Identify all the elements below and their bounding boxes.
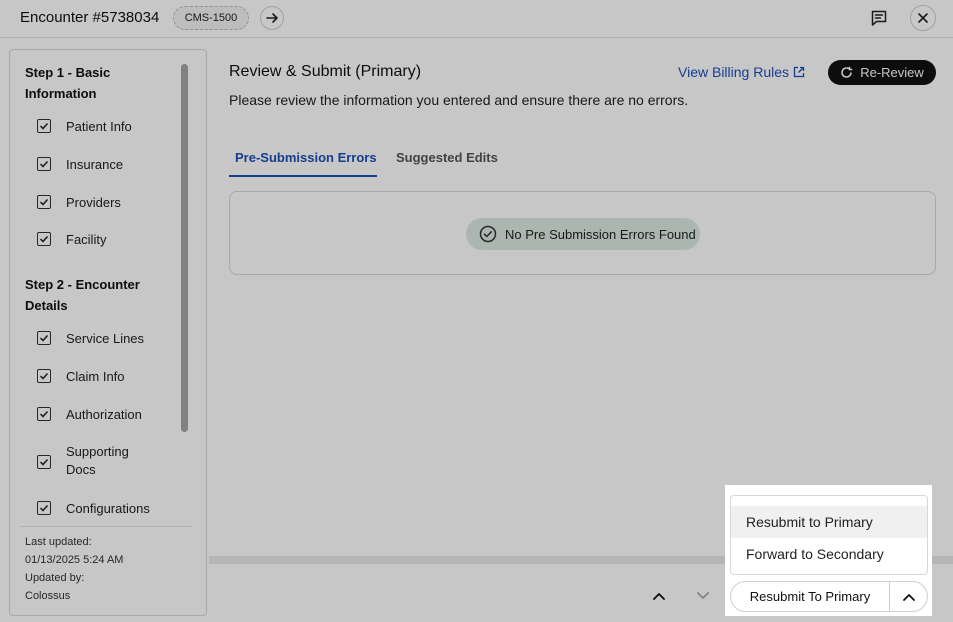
submit-options-menu: Resubmit to Primary Forward to Secondary	[730, 495, 928, 575]
submit-split-button: Resubmit To Primary	[730, 581, 928, 612]
menu-item-resubmit-primary[interactable]: Resubmit to Primary	[731, 506, 927, 538]
menu-item-forward-secondary[interactable]: Forward to Secondary	[731, 538, 927, 570]
submit-menu-area: Resubmit to Primary Forward to Secondary…	[725, 485, 932, 616]
chevron-up-icon	[902, 593, 915, 601]
resubmit-primary-button[interactable]: Resubmit To Primary	[731, 582, 890, 611]
submit-options-toggle[interactable]	[890, 582, 927, 611]
